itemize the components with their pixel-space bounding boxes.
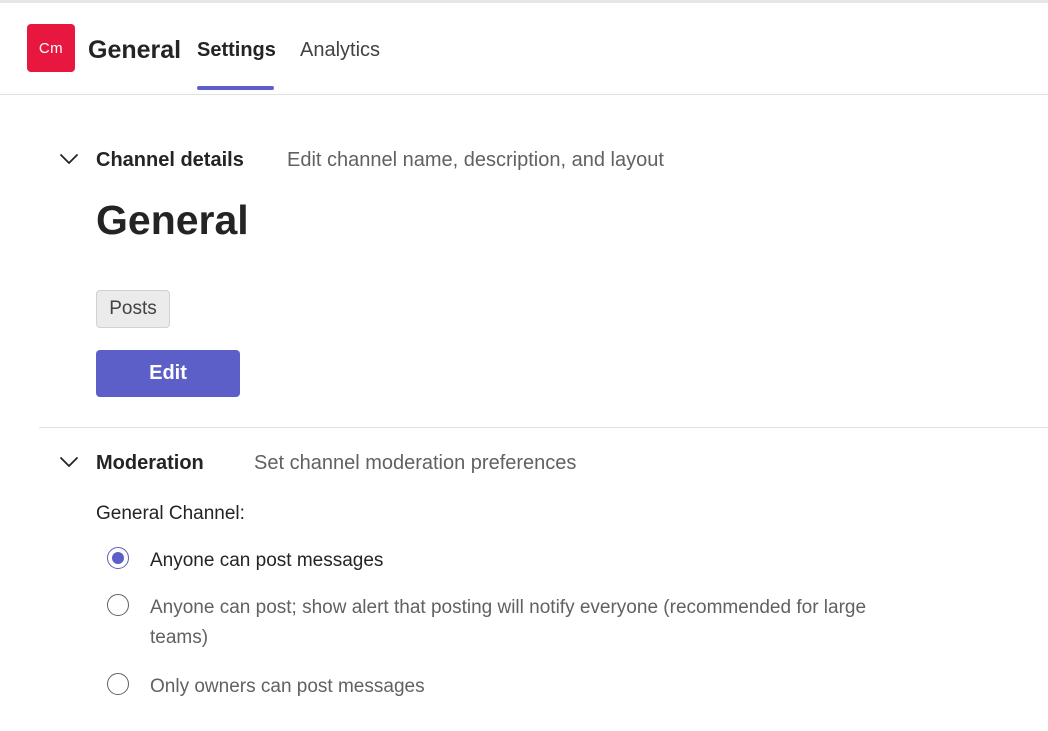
moderation-description: Set channel moderation preferences (254, 452, 577, 474)
channel-details-title: Channel details (96, 149, 244, 171)
moderation-header[interactable]: Moderation Set channel moderation prefer… (58, 451, 758, 477)
chevron-down-icon[interactable] (58, 451, 80, 473)
section-divider (39, 427, 1048, 428)
moderation-option-alert[interactable]: Anyone can post; show alert that posting… (107, 594, 907, 654)
moderation-option-label: Only owners can post messages (150, 676, 425, 697)
edit-button[interactable]: Edit (96, 350, 240, 397)
moderation-option-label: Anyone can post; show alert that posting… (150, 597, 867, 648)
channel-details-header[interactable]: Channel details Edit channel name, descr… (58, 148, 758, 174)
tab-settings[interactable]: Settings (197, 38, 276, 62)
header-title: General (88, 36, 182, 64)
moderation-title: Moderation (96, 452, 204, 474)
moderation-group-label: General Channel: (96, 503, 245, 524)
active-tab-indicator (197, 86, 274, 90)
team-avatar[interactable]: Cm (27, 24, 75, 72)
channel-header: Cm General Settings Analytics (0, 3, 1048, 95)
radio-button-checked[interactable] (107, 547, 129, 569)
radio-button[interactable] (107, 594, 129, 616)
channel-details-description: Edit channel name, description, and layo… (287, 149, 664, 171)
channel-name: General (96, 197, 249, 243)
radio-button[interactable] (107, 673, 129, 695)
chevron-down-icon[interactable] (58, 148, 80, 170)
moderation-option-owners[interactable]: Only owners can post messages (107, 673, 907, 701)
posts-tab-tag: Posts (96, 290, 170, 328)
tab-analytics[interactable]: Analytics (300, 38, 380, 62)
moderation-option-label: Anyone can post messages (150, 550, 384, 571)
moderation-option-anyone[interactable]: Anyone can post messages (107, 547, 907, 575)
